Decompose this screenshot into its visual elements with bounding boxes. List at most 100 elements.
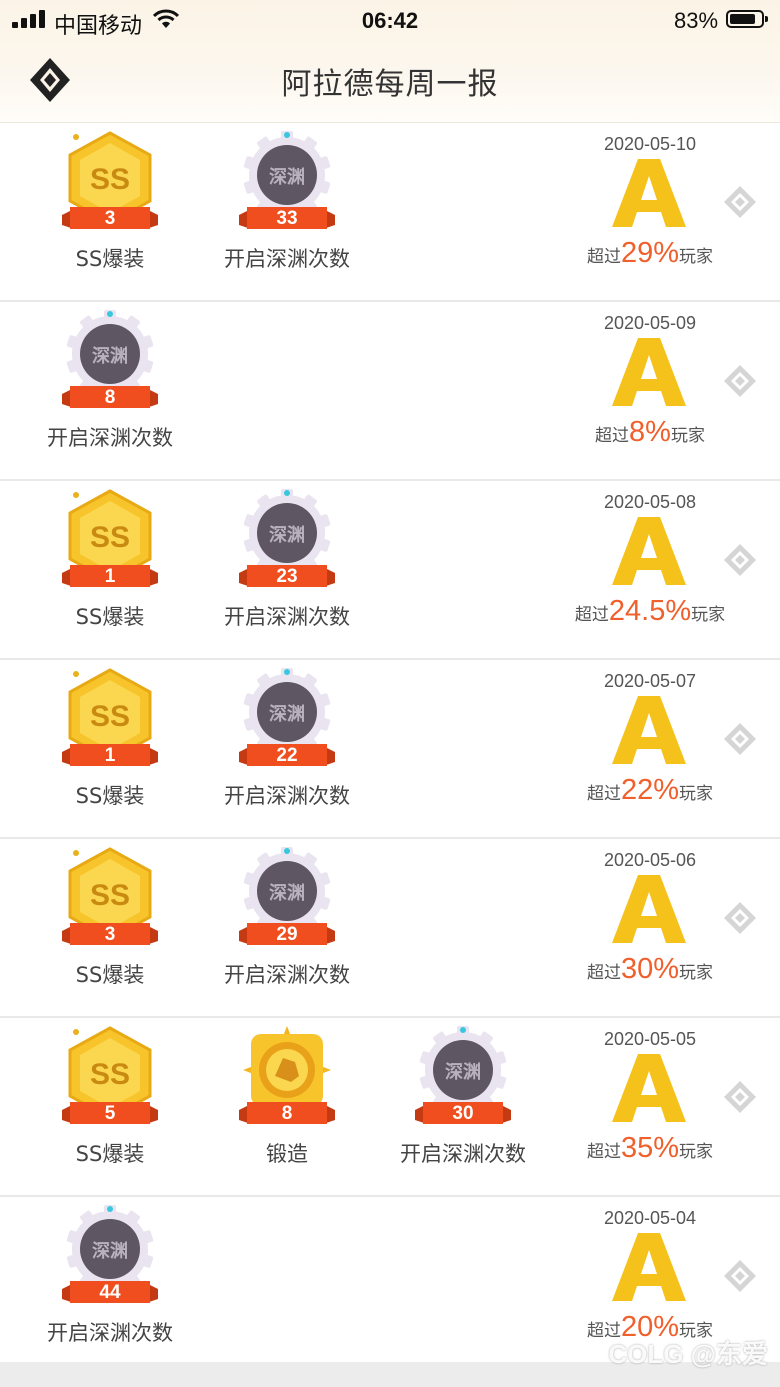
diamond-chevron-icon[interactable] bbox=[723, 722, 757, 756]
rank-prefix: 超过 bbox=[586, 247, 621, 267]
diamond-chevron-icon[interactable] bbox=[723, 901, 757, 935]
watermark: COLG @东爱 bbox=[608, 1339, 768, 1369]
grade-a-icon bbox=[608, 336, 690, 408]
report-date: 2020-05-08 bbox=[603, 492, 697, 512]
report-date: 2020-05-10 bbox=[603, 134, 697, 154]
badge-label: 开启深渊次数 bbox=[224, 247, 350, 271]
grade-a-icon bbox=[608, 694, 690, 766]
ss-badge: SS 1 SS爆装 bbox=[25, 487, 195, 637]
badge-count: 1 bbox=[104, 566, 116, 587]
rank-suffix: 玩家 bbox=[679, 1142, 714, 1162]
diamond-chevron-icon[interactable] bbox=[723, 1259, 757, 1293]
svg-text:深渊: 深渊 bbox=[92, 345, 128, 367]
rank-suffix: 玩家 bbox=[670, 426, 705, 446]
badge-label: 开启深渊次数 bbox=[224, 963, 350, 987]
page-title: 阿拉德每周一报 bbox=[281, 67, 499, 102]
grade-a-icon bbox=[608, 157, 690, 229]
svg-text:深渊: 深渊 bbox=[269, 882, 305, 904]
rank-text: 超过8%玩家 bbox=[545, 416, 755, 449]
grade-a-icon bbox=[608, 1052, 690, 1124]
rank-text: 超过35%玩家 bbox=[545, 1132, 755, 1165]
diamond-chevron-icon[interactable] bbox=[723, 185, 757, 219]
badge-count: 44 bbox=[99, 1282, 121, 1303]
ss-badge: SS 1 SS爆装 bbox=[25, 666, 195, 816]
rank-text: 超过30%玩家 bbox=[545, 953, 755, 986]
rank-prefix: 超过 bbox=[586, 784, 621, 804]
svg-text:深渊: 深渊 bbox=[269, 703, 305, 725]
rank-suffix: 玩家 bbox=[691, 605, 726, 625]
grade-a-icon bbox=[608, 1231, 690, 1303]
rank-text: 超过29%玩家 bbox=[545, 237, 755, 270]
badge-label: 开启深渊次数 bbox=[224, 784, 350, 808]
svg-text:深渊: 深渊 bbox=[92, 1240, 128, 1262]
rank-suffix: 玩家 bbox=[679, 963, 714, 983]
svg-text:深渊: 深渊 bbox=[269, 166, 305, 188]
abyss-badge: 深渊 44 开启深渊次数 bbox=[25, 1203, 195, 1353]
grade-a-icon bbox=[608, 515, 690, 587]
ss-badge: SS 5 SS爆装 bbox=[25, 1024, 195, 1174]
battery-percent: 83% bbox=[674, 8, 719, 33]
badge-count: 8 bbox=[281, 1103, 293, 1124]
badge-count: 23 bbox=[276, 566, 298, 587]
svg-text:深渊: 深渊 bbox=[269, 524, 305, 546]
abyss-badge: 深渊 30 开启深渊次数 bbox=[378, 1024, 548, 1174]
badge-count: 3 bbox=[104, 208, 116, 229]
badge-count: 3 bbox=[104, 924, 116, 945]
badge-label: 开启深渊次数 bbox=[400, 1142, 526, 1166]
rank-prefix: 超过 bbox=[595, 426, 630, 446]
diamond-chevron-icon[interactable] bbox=[723, 543, 757, 577]
rank-percent: 8% bbox=[629, 416, 671, 448]
report-row[interactable]: SS 3 SS爆装 深渊 33 开启深渊次数 2020-05-10 超过29%玩家 bbox=[0, 123, 780, 302]
badge-count: 30 bbox=[452, 1103, 474, 1124]
rank-suffix: 玩家 bbox=[679, 784, 714, 804]
rank-text: 超过22%玩家 bbox=[545, 774, 755, 807]
status-bar: 中国移动 06:42 83% bbox=[0, 0, 780, 40]
ss-badge: SS 3 SS爆装 bbox=[25, 845, 195, 995]
rank-prefix: 超过 bbox=[586, 1142, 621, 1162]
badge-label: 开启深渊次数 bbox=[224, 605, 350, 629]
abyss-badge: 深渊 33 开启深渊次数 bbox=[202, 129, 372, 279]
diamond-chevron-icon[interactable] bbox=[723, 364, 757, 398]
badge-count: 5 bbox=[104, 1103, 116, 1124]
badge-count: 33 bbox=[276, 208, 298, 229]
diamond-chevron-icon[interactable] bbox=[723, 1080, 757, 1114]
rank-percent: 29% bbox=[620, 237, 680, 269]
grade-a-icon bbox=[608, 873, 690, 945]
report-row[interactable]: SS 5 SS爆装 8 锻造 深渊 30 开启深渊次数 2020-05-05 超过35%玩家 bbox=[0, 1018, 780, 1197]
report-row[interactable]: 深渊 8 开启深渊次数 2020-05-09 超过8%玩家 bbox=[0, 302, 780, 481]
rank-prefix: 超过 bbox=[574, 605, 609, 625]
svg-text:SS: SS bbox=[90, 879, 130, 912]
report-row[interactable]: SS 1 SS爆装 深渊 22 开启深渊次数 2020-05-07 超过22%玩家 bbox=[0, 660, 780, 839]
report-date: 2020-05-07 bbox=[603, 671, 697, 691]
report-row[interactable]: SS 3 SS爆装 深渊 29 开启深渊次数 2020-05-06 超过30%玩家 bbox=[0, 839, 780, 1018]
badge-label: 开启深渊次数 bbox=[47, 1321, 173, 1345]
badge-count: 29 bbox=[276, 924, 298, 945]
report-date: 2020-05-05 bbox=[603, 1029, 697, 1049]
svg-text:SS: SS bbox=[90, 1058, 130, 1091]
rank-prefix: 超过 bbox=[586, 963, 621, 983]
badge-count: 8 bbox=[104, 387, 116, 408]
navigation-bar: 阿拉德每周一报 bbox=[0, 40, 780, 122]
report-date: 2020-05-04 bbox=[603, 1208, 697, 1228]
abyss-badge: 深渊 22 开启深渊次数 bbox=[202, 666, 372, 816]
report-row[interactable]: SS 1 SS爆装 深渊 23 开启深渊次数 2020-05-08 超过24.5%玩家 bbox=[0, 481, 780, 660]
rank-percent: 35% bbox=[620, 1132, 680, 1164]
report-date: 2020-05-09 bbox=[603, 313, 697, 333]
abyss-badge: 深渊 23 开启深渊次数 bbox=[202, 487, 372, 637]
rank-percent: 24.5% bbox=[608, 595, 692, 627]
badge-count: 1 bbox=[104, 745, 116, 766]
weekly-report-list: SS 3 SS爆装 深渊 33 开启深渊次数 2020-05-10 超过29%玩家 深渊 8 开启深… bbox=[0, 123, 780, 1374]
ss-badge: SS 3 SS爆装 bbox=[25, 129, 195, 279]
clock-time: 06:42 bbox=[361, 8, 419, 33]
svg-text:SS: SS bbox=[90, 163, 130, 196]
report-date: 2020-05-06 bbox=[603, 850, 697, 870]
abyss-badge: 深渊 29 开启深渊次数 bbox=[202, 845, 372, 995]
battery-icon bbox=[726, 10, 768, 28]
badge-count: 22 bbox=[276, 745, 298, 766]
abyss-badge: 深渊 8 开启深渊次数 bbox=[25, 308, 195, 458]
svg-text:SS: SS bbox=[90, 521, 130, 554]
rank-suffix: 玩家 bbox=[679, 247, 714, 267]
svg-text:SS: SS bbox=[90, 700, 130, 733]
svg-text:深渊: 深渊 bbox=[445, 1061, 481, 1083]
rank-percent: 30% bbox=[620, 953, 680, 985]
